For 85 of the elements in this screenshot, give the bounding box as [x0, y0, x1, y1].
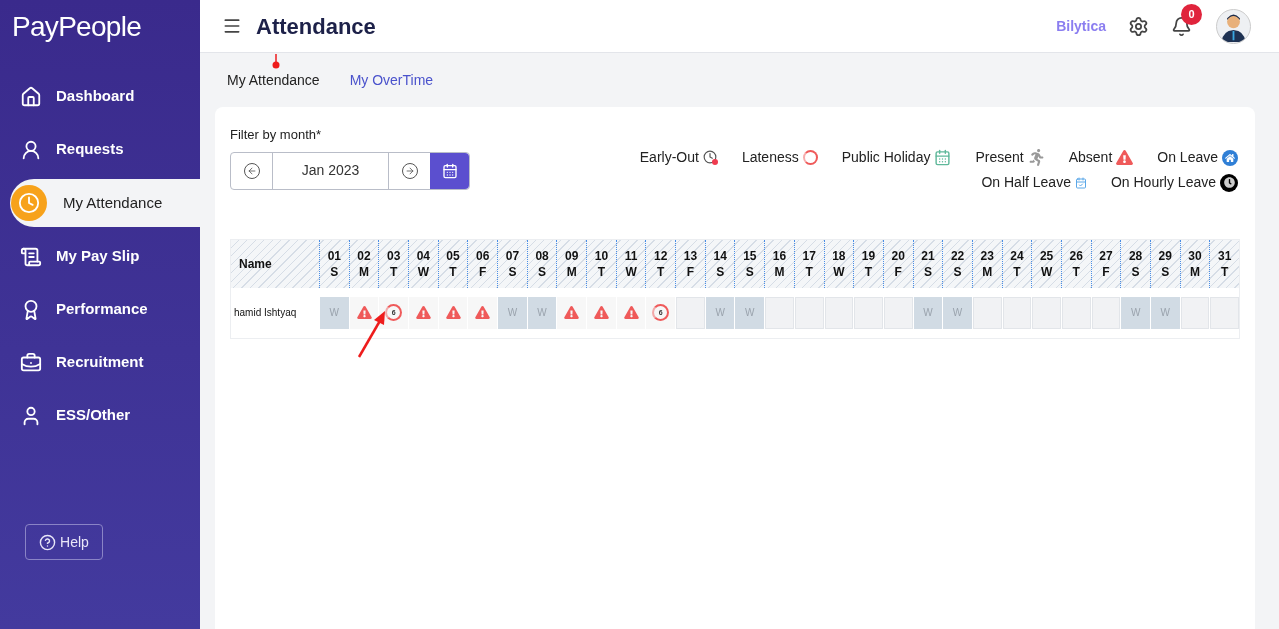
employee-name: hamid Ishtyaq — [233, 306, 298, 320]
day-header: 28 S — [1120, 239, 1150, 288]
nav-item[interactable]: Dashboard — [0, 70, 200, 123]
day-header: 12 T — [645, 239, 676, 288]
annotation-arrow — [357, 311, 387, 359]
legend-label: Lateness — [741, 148, 799, 167]
help-icon — [39, 533, 57, 551]
day-header: 10 T — [586, 239, 616, 288]
warning-icon — [445, 306, 461, 319]
warning-icon — [564, 306, 580, 319]
weekend-cell: W — [1121, 296, 1150, 329]
avatar[interactable] — [1216, 8, 1251, 44]
day-header: 16 M — [764, 239, 794, 288]
day-header: 09 M — [556, 239, 587, 288]
lateness-icon — [802, 150, 818, 165]
warning-icon — [415, 306, 431, 319]
day-header: 08 S — [526, 239, 557, 288]
help-button[interactable]: Help — [25, 524, 103, 560]
day-header: 22 S — [942, 239, 972, 288]
annotation-marker — [272, 54, 280, 70]
legend-label: Early-Out — [639, 148, 699, 167]
nav-item[interactable]: My Pay Slip — [0, 230, 200, 283]
day-header: 30 M — [1179, 239, 1210, 288]
day-header: 21 S — [912, 239, 943, 288]
calendar-icon — [1074, 176, 1087, 189]
day-header: 13 F — [675, 239, 705, 288]
day-header: 04 W — [408, 239, 438, 288]
notification-badge: 0 — [1181, 3, 1202, 25]
brand-logo: PayPeople — [12, 12, 142, 41]
warning-icon — [356, 306, 372, 319]
day-header: 23 M — [971, 239, 1002, 288]
day-header: 26 T — [1060, 239, 1091, 288]
day-header: 14 S — [704, 239, 735, 288]
menu-icon[interactable] — [222, 16, 242, 36]
home-icon — [20, 85, 42, 108]
weekend-cell: W — [735, 296, 765, 329]
nav-item[interactable]: Recruitment — [0, 336, 200, 389]
column-header: Name — [238, 255, 273, 273]
day-header: 20 F — [882, 239, 913, 288]
clock-icon — [1220, 173, 1238, 192]
weekend-cell: W — [943, 296, 972, 329]
filter-label: Filter by month* — [230, 126, 323, 144]
weekend-cell: W — [498, 296, 527, 329]
nav-item[interactable]: Requests — [0, 123, 200, 176]
day-header: 05 T — [437, 239, 468, 288]
tab[interactable]: My OverTime — [349, 69, 434, 91]
calendar-icon — [934, 149, 952, 166]
day-header: 31 T — [1209, 239, 1239, 288]
nav-item[interactable]: ESS/Other — [0, 389, 200, 442]
tab[interactable]: My Attendance — [227, 69, 320, 91]
warning-icon — [623, 306, 639, 319]
day-header: 25 W — [1031, 239, 1061, 288]
document-icon — [20, 245, 42, 268]
legend-label: On Hourly Leave — [1110, 173, 1216, 192]
day-header: 27 F — [1090, 239, 1121, 288]
runner-icon — [1027, 149, 1045, 166]
day-header: 03 T — [378, 239, 409, 288]
nav-item[interactable]: My Attendance — [10, 179, 200, 227]
warning-icon — [475, 306, 491, 319]
day-header: 29 S — [1149, 239, 1180, 288]
nav-item[interactable]: Performance — [0, 283, 200, 336]
legend-label: On Leave — [1157, 148, 1218, 167]
warning-icon — [1116, 150, 1134, 165]
home-icon — [1222, 149, 1238, 166]
legend-label: Public Holiday — [841, 148, 931, 167]
day-header: 17 T — [793, 239, 824, 288]
day-header: 19 T — [853, 239, 883, 288]
legend-label: On Half Leave — [981, 173, 1071, 192]
legend-label: Absent — [1068, 148, 1113, 167]
page-title: Attendance — [256, 12, 376, 41]
legend-label: Present — [975, 148, 1024, 167]
person-icon — [20, 138, 42, 161]
day-header: 01 S — [319, 239, 349, 288]
briefcase-icon — [20, 351, 42, 374]
day-header: 02 M — [348, 239, 379, 288]
day-header: 06 F — [467, 239, 498, 288]
warning-icon — [593, 306, 609, 319]
day-header: 18 W — [823, 239, 854, 288]
day-header: 07 S — [497, 239, 527, 288]
clock-icon — [702, 150, 718, 165]
settings-icon[interactable] — [1128, 15, 1149, 37]
day-header: 15 S — [734, 239, 765, 288]
day-header: 11 W — [615, 239, 646, 288]
clock-icon — [18, 192, 40, 214]
day-header: 24 T — [1001, 239, 1032, 288]
